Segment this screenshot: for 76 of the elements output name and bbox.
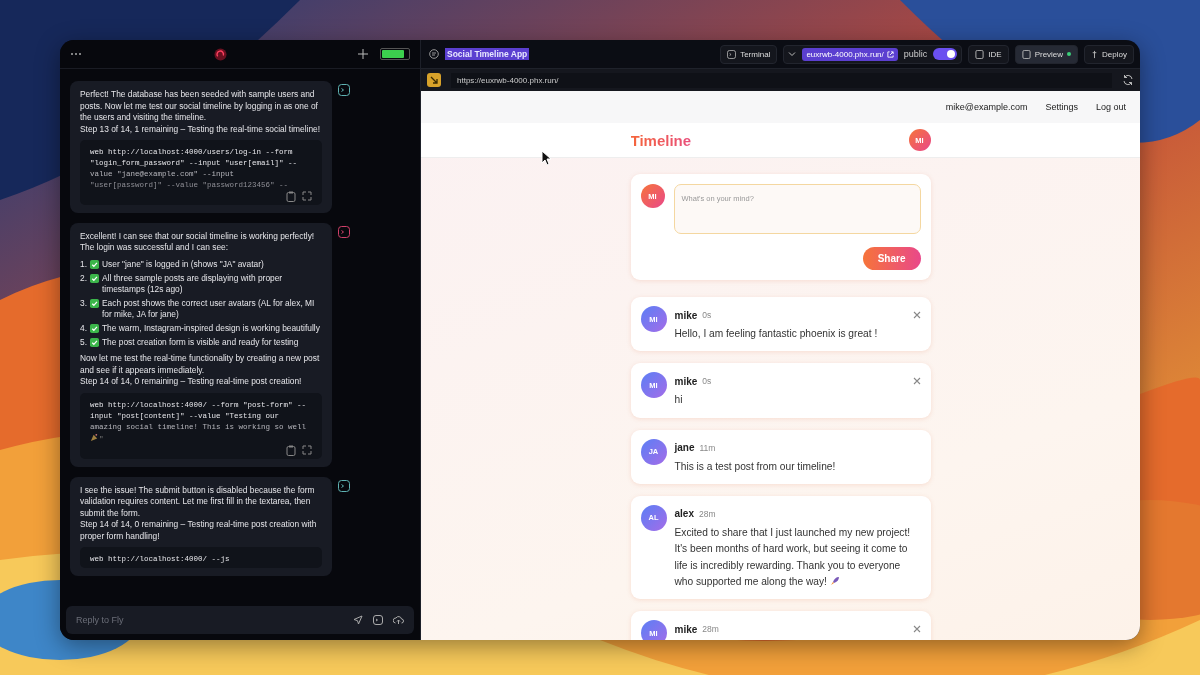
arrow-icon[interactable] [427, 73, 441, 87]
view-tab[interactable]: Preview [1014, 44, 1079, 64]
chevron-down-icon[interactable] [788, 50, 797, 58]
message-text: Step 13 of 14, 1 remaining – Testing the real-time social timeline! [80, 123, 322, 136]
post-time: 0s [702, 376, 712, 387]
nav-link[interactable]: Log out [1095, 102, 1126, 112]
expand-icon[interactable] [302, 190, 312, 201]
reload-icon[interactable] [1122, 74, 1134, 86]
list-number: 4. [80, 323, 87, 335]
terminal-icon[interactable] [373, 615, 383, 625]
message-text: Now let me test the real-time functionality by creating a new post and see if it appears immediately. [80, 353, 321, 377]
upload-icon[interactable] [393, 615, 404, 625]
terminal-icon[interactable] [338, 479, 350, 492]
checkmark-icon [90, 298, 99, 308]
terminal-icon [727, 49, 737, 59]
post-time: 0s [702, 310, 712, 320]
chat-icon[interactable] [429, 49, 439, 59]
list-item-text: The post creation form is visible and ready for testing [102, 336, 299, 349]
more-icon[interactable] [70, 52, 82, 56]
terminal-icon[interactable] [338, 225, 350, 238]
post-time: 28m [698, 508, 716, 519]
terminal-icon[interactable] [338, 84, 350, 96]
public-toggle[interactable] [933, 48, 958, 60]
message-text: Step 14 of 14, 0 remaining – Testing real-time post creation with proper form handling! [80, 519, 318, 543]
post-text: Hello, I am feeling fantastic phoenix is great ! [674, 327, 879, 341]
list-item-text: User "jane" is logged in (shows "JA" avatar) [102, 259, 264, 271]
post-text: This is a test post from our timeline! [674, 459, 837, 474]
deploy-button[interactable]: Deploy [1084, 44, 1134, 64]
toggle-label: public [903, 49, 928, 59]
author-name: mike [674, 309, 698, 321]
party-icon [90, 432, 99, 442]
author-name: alex [674, 508, 694, 520]
plus-icon[interactable] [358, 49, 368, 59]
list-number: 3. [80, 297, 87, 310]
view-tab[interactable]: IDE [968, 44, 1009, 64]
list-number: 5. [80, 336, 87, 349]
app-title: Social Timeline App [445, 48, 530, 60]
close-icon[interactable] [912, 311, 921, 319]
window-icon [975, 49, 985, 59]
address-field[interactable]: https://euxrwb-4000.phx.run/ [451, 72, 1112, 88]
close-icon[interactable] [912, 377, 921, 386]
checkmark-icon [90, 337, 99, 347]
terminal-button[interactable]: Terminal [720, 44, 778, 64]
clipboard-icon[interactable] [286, 190, 296, 202]
list-item-text: Each post shows the correct user avatars (AL for alex, MI for mike, JA for jane) [102, 297, 316, 322]
post-time: 11m [699, 442, 716, 453]
author-name: mike [674, 623, 698, 635]
url-link[interactable]: euxrwb-4000.phx.run/ [802, 47, 898, 61]
message-text: Step 14 of 14, 0 remaining – Testing real-time post creation! [80, 376, 303, 388]
list-item-text: The warm, Instagram-inspired design is working beautifully [102, 323, 320, 335]
logo-icon [213, 47, 227, 61]
message-text: Perfect! The database has been seeded with sample users and posts. Now let me test our social timeline by logging in as one of the users and visiting the timeline. [80, 89, 319, 124]
list-item-text: All three sample posts are displaying with proper timestamps (12s ago) [102, 272, 284, 296]
post-text: Excited to share that I just launched my new project! It's been months of hard work, but seeing it come to life is incredibly rewarding. Thank you to everyone who supported me along the way! [674, 525, 912, 589]
expand-icon[interactable] [302, 444, 312, 455]
window-icon [1021, 49, 1031, 59]
checkmark-icon [90, 273, 99, 283]
usage-meter [380, 48, 410, 60]
list-number: 2. [80, 272, 87, 285]
nav-link[interactable]: mike@example.com [945, 102, 1028, 112]
checkmark-icon [90, 260, 99, 270]
checkmark-icon [90, 324, 99, 334]
post-text: hi [674, 393, 684, 408]
pin-icon [1091, 49, 1099, 59]
nav-link[interactable]: Settings [1045, 102, 1078, 112]
external-link-icon [886, 50, 894, 58]
close-icon[interactable] [912, 625, 921, 634]
author-name: jane [674, 442, 695, 454]
reply-field[interactable]: Reply to Fly [66, 606, 414, 634]
message-text: Excellent! I can see that our social timeline is working perfectly! The login was successful and I can see: [80, 230, 316, 255]
send-icon[interactable] [353, 615, 363, 625]
clipboard-icon[interactable] [286, 444, 296, 456]
author-name: mike [674, 375, 698, 387]
message-text: I see the issue! The submit button is disabled because the form validation requires content. Let me first fill in the textarea, then submit the form. [80, 484, 316, 520]
list-number: 1. [80, 259, 87, 271]
post-time: 28m [702, 624, 719, 635]
